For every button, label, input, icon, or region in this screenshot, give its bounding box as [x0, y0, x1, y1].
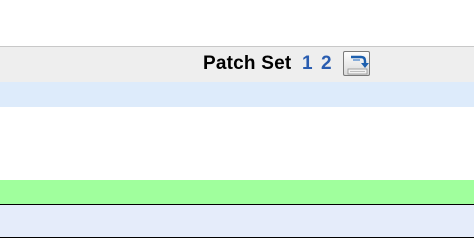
table-row-lavender: [0, 205, 474, 238]
patchset-header-row: Patch Set 1 2: [0, 46, 474, 82]
patchset-label: Patch Set: [203, 53, 292, 74]
file-row-highlight: [0, 82, 474, 107]
added-line-row: [0, 180, 474, 205]
bottom-blank-area: [0, 238, 474, 248]
patchset-link-1[interactable]: 1: [302, 53, 313, 75]
patchset-link-2[interactable]: 2: [321, 53, 332, 75]
content-gap: [0, 107, 474, 180]
download-archive-icon[interactable]: [343, 51, 370, 76]
top-blank-area: [0, 0, 474, 46]
